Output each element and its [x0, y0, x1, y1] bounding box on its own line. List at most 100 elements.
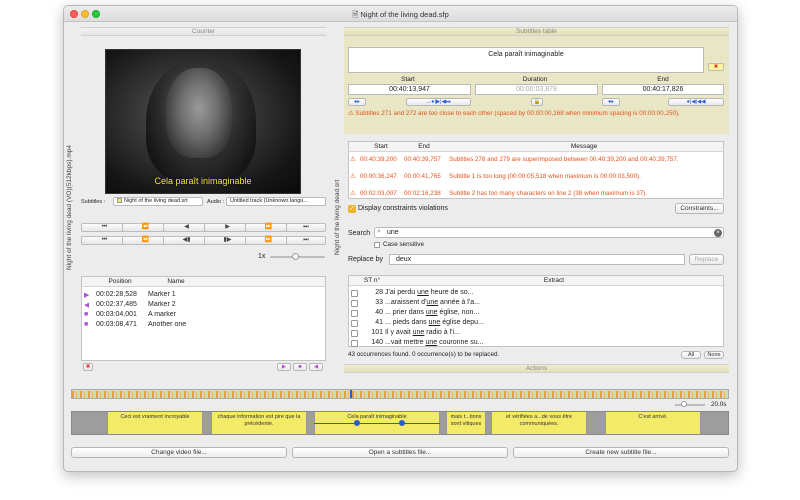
column-name[interactable]: Name: [146, 278, 206, 285]
table-row[interactable]: 28 J'ai perdu une heure de so...: [349, 289, 723, 299]
column-end[interactable]: End: [404, 143, 444, 150]
subtitles-track-select[interactable]: Night of the living dead.srt: [113, 197, 203, 206]
marker-name: Marker 2: [148, 301, 176, 308]
timeline-zoom-knob[interactable]: [681, 401, 687, 407]
marker-position: 00:03:08,471: [96, 321, 137, 328]
jump-end-button[interactable]: ⏭: [286, 223, 326, 232]
lock-duration-icon[interactable]: 🔒: [531, 98, 543, 106]
subtitle-flag-icon[interactable]: ✖: [708, 63, 724, 71]
clear-search-icon[interactable]: ×: [714, 229, 722, 237]
add-marker-square-button[interactable]: ■: [293, 363, 307, 371]
timeline-segment[interactable]: et vérifiées a...de vous être communiqué…: [491, 412, 587, 434]
violation-start: 00:02:03,007: [360, 190, 397, 197]
speed-slider[interactable]: [270, 253, 325, 260]
playhead-icon[interactable]: [399, 420, 405, 426]
column-start[interactable]: Start: [361, 143, 401, 150]
start-nav-buttons[interactable]: →●|▶|◀▸▸: [406, 98, 471, 106]
violations-table: Start End Message ⚠ 00:40:39,200 00:40:3…: [348, 141, 724, 199]
timeline-segment[interactable]: chaque information est pire que la précé…: [211, 412, 307, 434]
table-row[interactable]: ⚠ 00:00:36,247 00:00:41,765 Subtitle 1 i…: [349, 172, 723, 182]
table-row[interactable]: ⚠ 00:40:39,200 00:40:39,757 Subtitles 27…: [349, 155, 723, 165]
fast-forward-button[interactable]: ⏩: [245, 223, 292, 232]
marker-position: 00:03:04,001: [96, 311, 137, 318]
search-input[interactable]: une: [374, 227, 724, 238]
end-time-field[interactable]: 00:40:17,826: [602, 84, 724, 95]
change-video-button[interactable]: Change video file...: [71, 447, 287, 458]
fast-rewind-button[interactable]: ⏪: [122, 223, 169, 232]
subtitle-text-editor[interactable]: Cela paraît inimaginable: [348, 47, 704, 73]
open-subtitles-button[interactable]: Open a subtitles file...: [292, 447, 508, 458]
set-end-button[interactable]: ●▸: [602, 98, 620, 106]
result-extract-post: église depu...: [440, 319, 484, 326]
search-icon: ⌕: [377, 228, 381, 235]
select-none-button[interactable]: None: [704, 351, 724, 359]
timeline-segment[interactable]: C'est arrivé.: [605, 412, 701, 434]
duration-field[interactable]: 00:00:03,879: [475, 84, 598, 95]
timeline-segment[interactable]: mais t...tions sont vitiques: [446, 412, 486, 434]
timeline-zoom-slider[interactable]: [675, 401, 705, 407]
subtitle-file-label: Night of the living dead.srt: [334, 179, 341, 255]
next-subtitle-start-button[interactable]: ⏭: [286, 236, 326, 245]
table-row[interactable]: 101 Il y avait une radio à l'i...: [349, 329, 723, 339]
marker-position: 00:02:37,485: [96, 301, 137, 308]
table-row[interactable]: 140 ...vait mettre une couronne su...: [349, 339, 723, 349]
markers-table: Position Name ▶ 00:02:28,528 Marker 1 ◀ …: [81, 276, 326, 361]
violation-message: Subtitles 278 and 279 are superimposed b…: [449, 156, 679, 163]
constraints-button[interactable]: Constraints...: [675, 203, 724, 214]
column-position[interactable]: Position: [96, 278, 144, 285]
result-checkbox[interactable]: [351, 340, 358, 347]
timeline-overview-cursor[interactable]: [350, 390, 352, 398]
set-start-button[interactable]: ●▸: [348, 98, 366, 106]
replace-button[interactable]: Replace: [689, 254, 724, 265]
add-marker-right-button[interactable]: ▶: [277, 363, 291, 371]
prev-frame-button[interactable]: ⏪: [122, 236, 169, 245]
speed-value: 1x: [258, 253, 266, 260]
search-results-header: ST n° Extract: [349, 276, 723, 286]
replace-input[interactable]: deux: [389, 254, 685, 265]
square-marker-icon: ■: [84, 311, 89, 318]
table-row[interactable]: ◀ 00:02:37,485 Marker 2: [82, 300, 325, 310]
end-nav-buttons[interactable]: ●|◀|◀◀: [668, 98, 724, 106]
prev-subtitle-start-button[interactable]: ⏮: [81, 236, 128, 245]
rewind-button[interactable]: ◀: [163, 223, 210, 232]
table-row[interactable]: 40... prier dans une église, non...: [349, 309, 723, 319]
table-row[interactable]: ■ 00:03:04,001 A marker: [82, 310, 325, 320]
result-extract-pre: ...araissent d': [385, 299, 427, 306]
search-status: 43 occurrences found. 0 occurrence(s) to…: [348, 351, 500, 358]
timeline-segment[interactable]: Ceci est vraiment incroyable: [107, 412, 203, 434]
table-row[interactable]: ⚠ 00:02:03,007 00:02:16,238 Subtitle 2 h…: [349, 189, 723, 198]
spacing-warning: ⚠ Subtitles 271 and 272 are too close to…: [348, 110, 728, 117]
result-checkbox[interactable]: [351, 300, 358, 307]
timeline-overview[interactable]: [71, 389, 729, 399]
table-row[interactable]: 33 ...araissent d'une année à l'a...: [349, 299, 723, 309]
next-frame-button[interactable]: ⏩: [245, 236, 292, 245]
step-forward-button[interactable]: ▮▶: [204, 236, 251, 245]
video-player[interactable]: Cela paraît inimaginable: [105, 49, 301, 194]
timeline-track[interactable]: Ceci est vraiment incroyable chaque info…: [71, 411, 729, 435]
table-row[interactable]: ▶ 00:02:28,528 Marker 1: [82, 290, 325, 300]
display-constraints-checkbox[interactable]: ✓: [348, 205, 356, 213]
speed-slider-knob[interactable]: [292, 253, 299, 260]
audio-track-select[interactable]: Untitled track (Unknown langu...: [226, 197, 326, 206]
result-checkbox[interactable]: [351, 310, 358, 317]
select-all-button[interactable]: All: [681, 351, 701, 359]
column-st-number[interactable]: ST n°: [359, 277, 385, 284]
result-extract: ... prier dans une église, non...: [385, 309, 479, 316]
result-checkbox[interactable]: [351, 320, 358, 327]
result-checkbox[interactable]: [351, 290, 358, 297]
add-marker-left-button[interactable]: ◀: [309, 363, 323, 371]
column-extract[interactable]: Extract: [385, 277, 723, 284]
table-row[interactable]: 41... pieds dans une église depu...: [349, 319, 723, 329]
window-title: 🗎 Night of the living dead.sfp: [64, 9, 737, 22]
table-row[interactable]: ■ 00:03:08,471 Another one: [82, 320, 325, 330]
jump-start-button[interactable]: ⏮: [81, 223, 128, 232]
play-button[interactable]: ▶: [204, 223, 251, 232]
start-time-field[interactable]: 00:40:13,947: [348, 84, 471, 95]
step-back-button[interactable]: ◀▮: [163, 236, 210, 245]
create-subtitle-button[interactable]: Create new subtitle file...: [513, 447, 729, 458]
case-sensitive-checkbox[interactable]: [374, 242, 380, 248]
result-checkbox[interactable]: [351, 330, 358, 337]
delete-marker-button[interactable]: ✖: [83, 363, 93, 371]
playhead-start-icon[interactable]: [354, 420, 360, 426]
column-message[interactable]: Message: [449, 143, 719, 150]
